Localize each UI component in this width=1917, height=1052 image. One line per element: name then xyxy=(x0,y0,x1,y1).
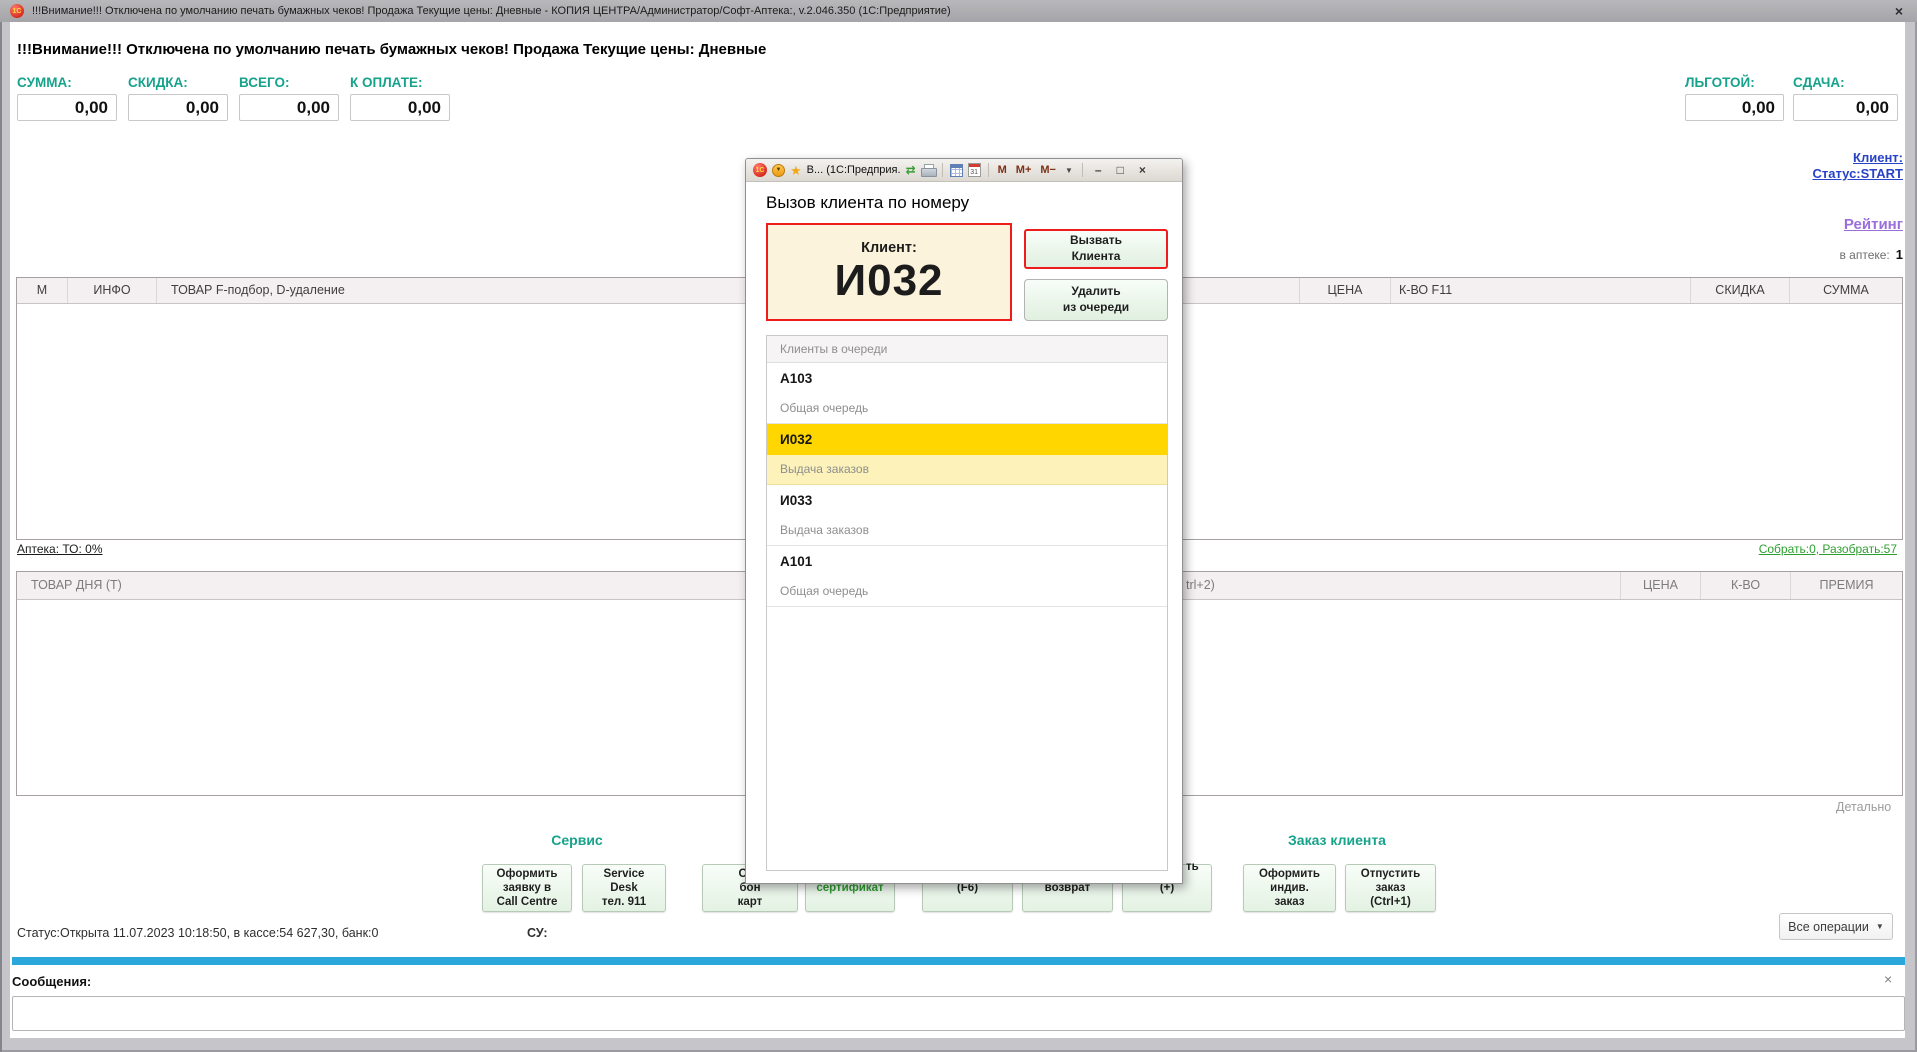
k-oplate-label: К ОПЛАТЕ: xyxy=(350,75,423,90)
k-oplate-value: 0,00 xyxy=(350,94,450,121)
summa-value: 0,00 xyxy=(17,94,117,121)
lgotoy-label: ЛЬГОТОЙ: xyxy=(1685,75,1755,90)
service-section-heading: Сервис xyxy=(551,832,603,848)
total-summa: СУММА: 0,00 xyxy=(17,75,117,121)
queue-item-type: Общая очередь xyxy=(767,577,1167,607)
queue-item-selected[interactable]: И032 Выдача заказов xyxy=(767,424,1167,485)
dialog-window-title: В... (1С:Предприя. xyxy=(806,164,901,176)
queue-item[interactable]: И033 Выдача заказов xyxy=(767,485,1167,546)
dialog-heading: Вызов клиента по номеру xyxy=(766,193,970,212)
skidka-value: 0,00 xyxy=(128,94,228,121)
print-icon[interactable] xyxy=(920,164,937,177)
dialog-titlebar: 1С ▼ ★ В... (1С:Предприя. ⇄ 31 М М+ М− ▼… xyxy=(746,159,1182,182)
in-pharmacy-counter: в аптеке: 1 xyxy=(1839,247,1903,262)
links-icon[interactable]: ⇄ xyxy=(906,163,916,177)
su-label: СУ: xyxy=(527,926,548,940)
queue-item-number: И033 xyxy=(780,493,813,508)
occluded-column-header-fragment: trl+2) xyxy=(1186,578,1215,592)
all-operations-button[interactable]: Все операции ▼ xyxy=(1779,913,1893,940)
chevron-down-icon: ▼ xyxy=(1875,922,1884,931)
memory-m-plus-button[interactable]: М+ xyxy=(1014,164,1034,176)
lgotoy-value: 0,00 xyxy=(1685,94,1784,121)
main-titlebar: 1С !!!Внимание!!! Отключена по умолчанию… xyxy=(0,0,1917,22)
sdacha-label: СДАЧА: xyxy=(1793,75,1845,90)
total-skidka: СКИДКА: 0,00 xyxy=(128,75,228,121)
warning-banner: !!!Внимание!!! Отключена по умолчанию пе… xyxy=(17,41,767,58)
window-title: !!!Внимание!!! Отключена по умолчанию пе… xyxy=(32,5,951,17)
messages-input[interactable] xyxy=(12,996,1905,1031)
col-qty: К-ВО F11 xyxy=(1390,278,1690,303)
pharmacy-to-link[interactable]: Аптека: ТО: 0% xyxy=(17,542,103,556)
favorites-star-icon[interactable]: ★ xyxy=(790,164,802,177)
messages-label: Сообщения: xyxy=(12,974,92,989)
minimize-icon[interactable]: – xyxy=(1090,163,1107,177)
toolbar-separator xyxy=(941,163,943,177)
queue-item-number: А103 xyxy=(780,371,813,386)
info-divider-bar xyxy=(12,957,1905,965)
assemble-disassemble-link[interactable]: Собрать:0, Разобрать:57 xyxy=(1759,542,1897,556)
col-info: ИНФО xyxy=(67,278,156,303)
col-price: ЦЕНА xyxy=(1299,278,1390,303)
call-client-button[interactable]: Вызвать Клиента xyxy=(1024,229,1168,269)
queue-item-type: Общая очередь xyxy=(767,394,1167,424)
close-icon[interactable]: × xyxy=(1891,3,1907,19)
call-client-dialog: 1С ▼ ★ В... (1С:Предприя. ⇄ 31 М М+ М− ▼… xyxy=(745,158,1183,884)
in-pharmacy-value: 1 xyxy=(1895,247,1903,262)
col-day-price: ЦЕНА xyxy=(1620,572,1700,599)
memory-m-minus-button[interactable]: М− xyxy=(1038,164,1058,176)
summa-label: СУММА: xyxy=(17,75,72,90)
queue-item-type: Выдача заказов xyxy=(767,455,1167,485)
status-link[interactable]: Статус:START xyxy=(1600,166,1903,182)
release-order-button[interactable]: Отпустить заказ (Ctrl+1) xyxy=(1345,864,1436,912)
queue-item-number: И032 xyxy=(767,424,1167,455)
rating-link[interactable]: Рейтинг xyxy=(1844,216,1903,233)
individual-order-button[interactable]: Оформить индив. заказ xyxy=(1243,864,1336,912)
client-label: Клиент: xyxy=(861,239,917,256)
clients-queue-list: Клиенты в очереди А103 Общая очередь И03… xyxy=(766,335,1168,871)
queue-item[interactable]: А103 Общая очередь xyxy=(767,363,1167,424)
detail-link[interactable]: Детально xyxy=(1836,800,1891,814)
register-status-text: Статус:Открыта 11.07.2023 10:18:50, в ка… xyxy=(17,926,379,940)
callcentre-request-button[interactable]: Оформить заявку в Call Centre xyxy=(482,864,572,912)
col-day-qty: К-ВО xyxy=(1700,572,1790,599)
col-discount: СКИДКА xyxy=(1690,278,1789,303)
client-number: И032 xyxy=(834,255,944,305)
1c-logo-icon: 1С xyxy=(10,4,24,18)
queue-item-number: А101 xyxy=(780,554,813,569)
total-sdacha: СДАЧА: 0,00 xyxy=(1793,75,1898,121)
queue-list-header: Клиенты в очереди xyxy=(767,336,1167,363)
maximize-icon[interactable]: □ xyxy=(1112,163,1129,177)
client-status-panel: Клиент: Статус:START Рейтинг в аптеке: 1 … xyxy=(1600,150,1903,290)
vsego-label: ВСЕГО: xyxy=(239,75,290,90)
vsego-value: 0,00 xyxy=(239,94,339,121)
col-m: М xyxy=(36,283,48,297)
remove-from-queue-button[interactable]: Удалить из очереди xyxy=(1024,279,1168,321)
messages-close-icon[interactable]: × xyxy=(1884,971,1892,987)
order-section-heading: Заказ клиента xyxy=(1288,832,1386,848)
sdacha-value: 0,00 xyxy=(1793,94,1898,121)
main-menu-dropdown-icon[interactable]: ▼ xyxy=(772,163,785,177)
toolbar-separator xyxy=(987,163,989,177)
occluded-button-text-fragment: ть xyxy=(1186,861,1199,873)
total-k-oplate: К ОПЛАТЕ: 0,00 xyxy=(350,75,450,121)
skidka-label: СКИДКА: xyxy=(128,75,188,90)
1c-logo-icon: 1С xyxy=(753,163,767,177)
col-day-bonus: ПРЕМИЯ xyxy=(1790,572,1902,599)
queue-item-type: Выдача заказов xyxy=(767,516,1167,546)
toolbar-separator xyxy=(1081,163,1083,177)
service-desk-button[interactable]: Service Desk тел. 911 xyxy=(582,864,666,912)
total-lgotoy: ЛЬГОТОЙ: 0,00 xyxy=(1685,75,1784,121)
chevron-down-icon[interactable]: ▼ xyxy=(1063,166,1075,175)
col-sum: СУММА xyxy=(1789,278,1902,303)
client-link[interactable]: Клиент: xyxy=(1600,150,1903,166)
calendar-icon[interactable]: 31 xyxy=(967,163,981,177)
application-window: 1С !!!Внимание!!! Отключена по умолчанию… xyxy=(0,0,1917,1052)
total-vsego: ВСЕГО: 0,00 xyxy=(239,75,339,121)
calculator-icon[interactable] xyxy=(949,163,963,177)
current-client-box: Клиент: И032 xyxy=(766,223,1012,321)
memory-m-button[interactable]: М xyxy=(996,164,1009,176)
queue-item[interactable]: А101 Общая очередь xyxy=(767,546,1167,607)
close-icon[interactable]: × xyxy=(1134,163,1151,177)
